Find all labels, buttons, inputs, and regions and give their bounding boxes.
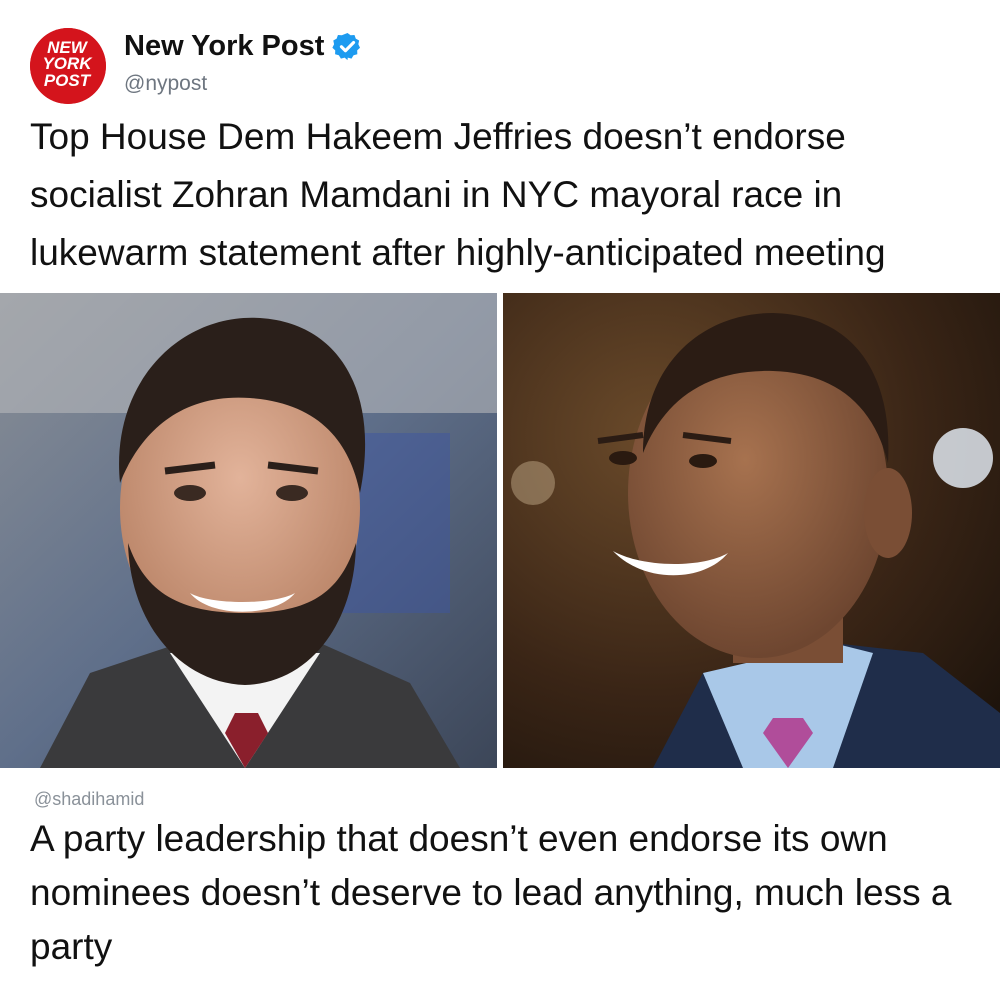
person-photo-icon [503,293,1000,768]
post-text: Top House Dem Hakeem Jeffries doesn’t en… [30,116,886,273]
photo-right[interactable] [503,293,1000,768]
account-handle[interactable]: @nypost [124,72,207,96]
person-photo-icon [0,293,497,768]
nypost-logo-icon: NEW YORK POST [30,28,106,104]
logo-line-3: POST [44,71,92,90]
quote-text: A party leadership that doesn’t even end… [30,818,952,967]
post-header: NEW YORK POST New York Post @nypost [30,28,970,104]
photo-grid [0,293,1000,768]
quote-handle[interactable]: @shadihamid [34,789,144,810]
photo-left[interactable] [0,293,497,768]
account-name-row[interactable]: New York Post [124,30,363,63]
avatar[interactable]: NEW YORK POST [30,28,106,104]
account-name[interactable]: New York Post [124,30,324,63]
verified-badge-icon [332,32,361,61]
